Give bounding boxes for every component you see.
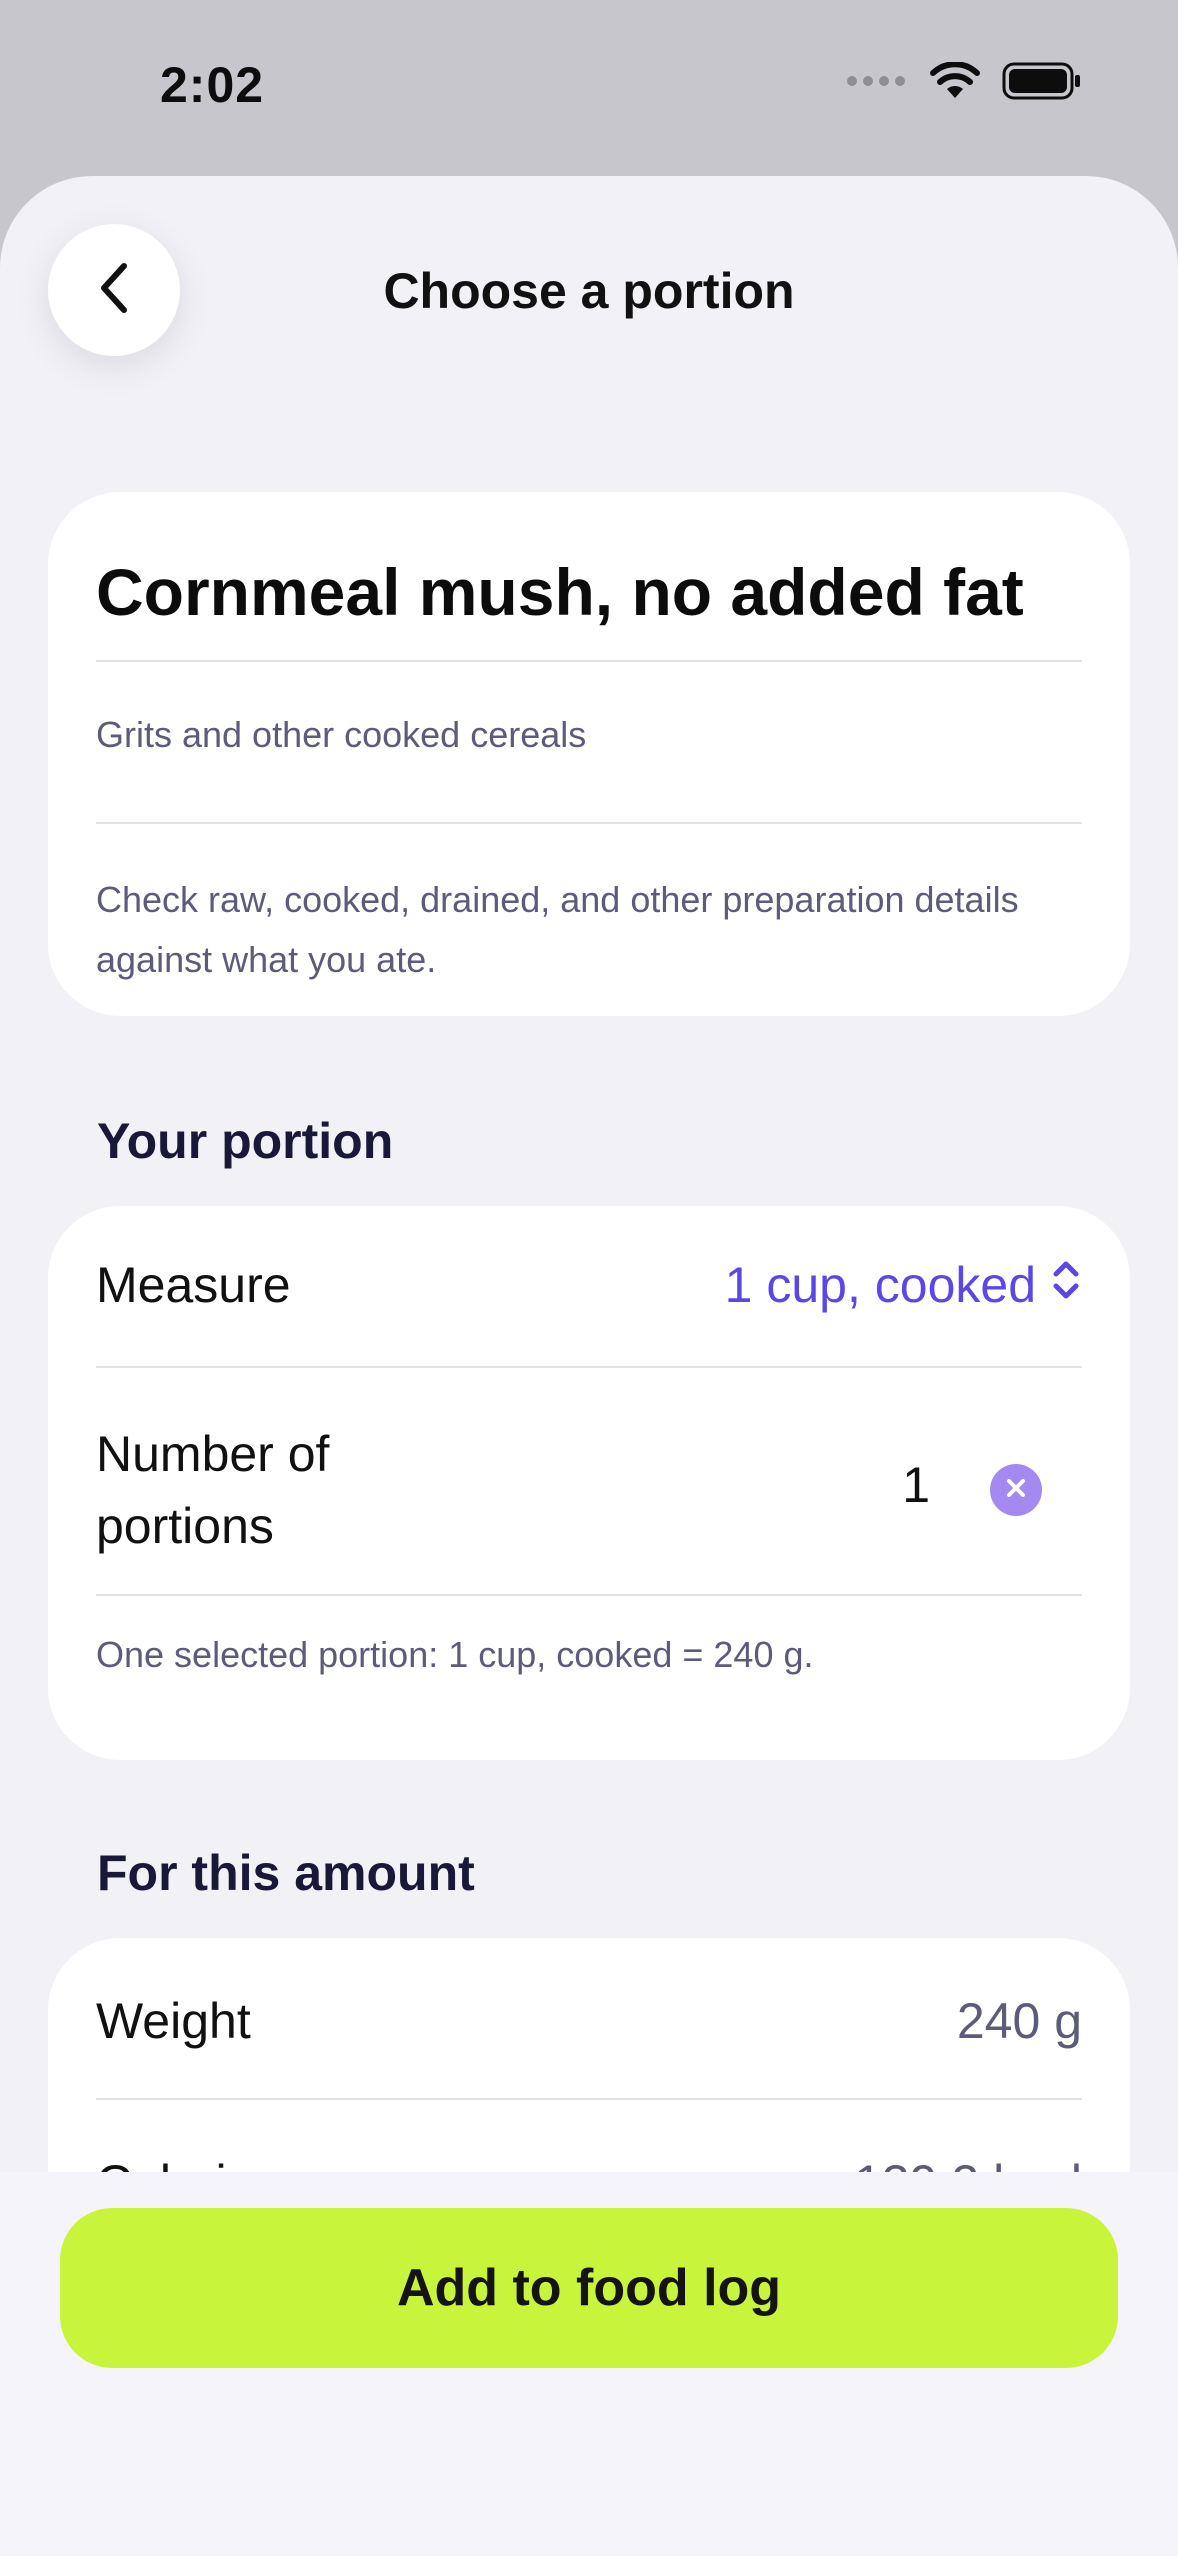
divider (96, 2098, 1082, 2100)
food-card: Cornmeal mush, no added fat Grits and ot… (48, 492, 1130, 1016)
your-portion-heading: Your portion (97, 1113, 394, 1169)
close-icon (1005, 1477, 1027, 1504)
measure-value: 1 cup, cooked (724, 1257, 1036, 1313)
clear-button[interactable] (990, 1464, 1042, 1516)
divider (96, 1366, 1082, 1368)
page-title: Choose a portion (383, 263, 795, 319)
bottom-action-bar: Add to food log (0, 2172, 1178, 2556)
food-category: Grits and other cooked cereals (96, 714, 587, 755)
add-to-food-log-button[interactable]: Add to food log (60, 2208, 1118, 2368)
weight-value: 240 g (956, 1993, 1082, 2049)
portion-count-input[interactable]: 1 (902, 1456, 930, 1514)
measure-label: Measure (96, 1257, 291, 1313)
status-bar: 2:02 (0, 0, 1178, 176)
weight-label: Weight (96, 1993, 251, 2049)
portion-card: Measure 1 cup, cooked Number of portions… (48, 1206, 1130, 1760)
food-name: Cornmeal mush, no added fat (96, 555, 1024, 629)
divider (96, 822, 1082, 824)
status-icons (846, 61, 1082, 105)
status-time: 2:02 (160, 57, 265, 113)
cellular-signal-icon (846, 74, 908, 93)
measure-select[interactable]: 1 cup, cooked (725, 1256, 1082, 1314)
chevron-up-down-icon (1050, 1256, 1082, 1314)
portion-sheet: Choose a portion Cornmeal mush, no added… (0, 176, 1178, 2556)
for-this-amount-heading: For this amount (97, 1845, 475, 1901)
divider (96, 660, 1082, 662)
food-preparation-hint: Check raw, cooked, drained, and other pr… (96, 879, 1019, 980)
battery-icon (1002, 62, 1082, 105)
portion-summary: One selected portion: 1 cup, cooked = 24… (96, 1634, 814, 1675)
wifi-icon (930, 61, 980, 105)
divider (96, 1594, 1082, 1596)
portion-count-label: Number of portions (96, 1426, 330, 1554)
